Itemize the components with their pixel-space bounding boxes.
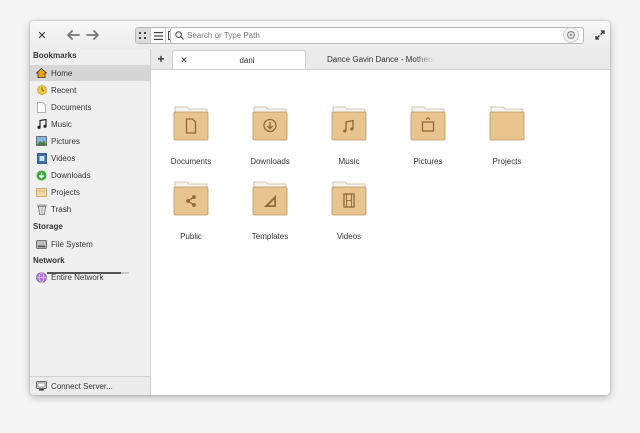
tab-home[interactable]: ✕ dani bbox=[172, 50, 306, 69]
file-item-projects[interactable]: Projects bbox=[467, 103, 547, 171]
sidebar-item-entire-network[interactable]: Entire Network bbox=[30, 269, 150, 285]
list-view-icon bbox=[153, 31, 163, 40]
list-view-button[interactable] bbox=[151, 28, 166, 43]
arrow-left-icon bbox=[67, 30, 80, 40]
plus-icon: + bbox=[157, 51, 165, 66]
sidebar-item-label: Videos bbox=[51, 153, 76, 163]
connect-server-label: Connect Server... bbox=[51, 381, 113, 391]
sidebar-item-home[interactable]: Home bbox=[30, 65, 150, 81]
header-bar: ✕ bbox=[30, 21, 610, 50]
music-note-icon bbox=[36, 119, 47, 130]
video-icon bbox=[36, 152, 47, 164]
folder-projects-icon bbox=[489, 106, 525, 141]
sidebar-item-videos[interactable]: Videos bbox=[30, 150, 150, 166]
close-window-button[interactable]: ✕ bbox=[36, 29, 48, 42]
storage-heading: Storage bbox=[33, 222, 63, 231]
file-item-downloads[interactable]: Downloads bbox=[230, 103, 310, 171]
home-icon bbox=[36, 68, 47, 79]
sidebar-item-trash[interactable]: Trash bbox=[30, 201, 150, 217]
sidebar-item-projects[interactable]: Projects bbox=[30, 184, 150, 200]
file-name: Downloads bbox=[250, 157, 290, 166]
file-name: Projects bbox=[492, 157, 522, 166]
search-icon bbox=[175, 31, 184, 40]
sidebar-item-pictures[interactable]: Pictures bbox=[30, 133, 150, 149]
file-item-public[interactable]: Public bbox=[151, 178, 231, 246]
sidebar-item-recent[interactable]: Recent bbox=[30, 82, 150, 98]
server-icon bbox=[36, 381, 47, 392]
folder-downloads-icon bbox=[252, 106, 288, 141]
search-input[interactable] bbox=[187, 31, 547, 40]
projects-folder-icon bbox=[36, 187, 47, 198]
network-heading: Network bbox=[33, 256, 65, 265]
sidebar-item-label: Pictures bbox=[51, 136, 80, 146]
sidebar-item-label: Trash bbox=[51, 204, 72, 214]
maximize-button[interactable] bbox=[594, 29, 606, 41]
close-icon: ✕ bbox=[37, 29, 47, 42]
icon-view: Documents Downloads Music Pictures Proje… bbox=[151, 70, 610, 395]
sidebar-item-label: File System bbox=[51, 239, 93, 249]
drive-icon bbox=[36, 239, 47, 250]
recent-icon bbox=[36, 85, 47, 96]
file-name: Templates bbox=[251, 232, 289, 241]
sidebar-item-label: Music bbox=[51, 119, 72, 129]
tab-label: Dance Gavin Dance - Mothership bbox=[327, 54, 436, 64]
bookmarks-heading: Bookmarks bbox=[33, 51, 77, 60]
icon-view-button[interactable] bbox=[136, 28, 151, 43]
file-manager-window: ✕ Search or Type Path Bookmarks Home Rec… bbox=[30, 21, 610, 395]
new-tab-button[interactable]: + bbox=[155, 51, 167, 66]
file-item-videos[interactable]: Videos bbox=[309, 178, 389, 246]
sidebar-item-label: Home bbox=[51, 68, 73, 78]
maximize-icon bbox=[595, 30, 605, 40]
network-icon bbox=[36, 271, 47, 283]
close-tab-icon[interactable]: ✕ bbox=[179, 55, 189, 66]
file-name: Music bbox=[338, 157, 360, 166]
folder-public-icon bbox=[173, 181, 209, 216]
sidebar-item-label: Entire Network bbox=[51, 272, 104, 282]
file-name: Pictures bbox=[413, 157, 443, 166]
sidebar-item-downloads[interactable]: Downloads bbox=[30, 167, 150, 183]
folder-pictures-icon bbox=[410, 106, 446, 141]
file-name: Videos bbox=[336, 232, 362, 241]
sidebar-item-label: Recent bbox=[51, 85, 77, 95]
sidebar-item-label: Documents bbox=[51, 102, 92, 112]
sidebar-item-label: Downloads bbox=[51, 170, 91, 180]
download-icon bbox=[36, 170, 47, 181]
sidebar-item-file-system[interactable]: File System bbox=[30, 236, 150, 252]
arrow-right-icon bbox=[86, 30, 99, 40]
tab-bar: + ✕ dani Dance Gavin Dance - Mothership bbox=[151, 49, 610, 70]
back-button[interactable] bbox=[64, 28, 82, 42]
trash-icon bbox=[36, 204, 47, 215]
sidebar: Bookmarks Home Recent Documents Music Pi… bbox=[30, 49, 151, 395]
settings-button[interactable] bbox=[562, 26, 580, 44]
file-name: Documents bbox=[170, 157, 212, 166]
forward-button[interactable] bbox=[84, 28, 102, 42]
location-bar[interactable] bbox=[170, 27, 584, 44]
sidebar-item-music[interactable]: Music bbox=[30, 116, 150, 132]
file-item-documents[interactable]: Documents bbox=[151, 103, 231, 171]
tab-label: dani bbox=[239, 55, 255, 65]
folder-videos-icon bbox=[331, 181, 367, 216]
sidebar-item-documents[interactable]: Documents bbox=[30, 99, 150, 115]
file-name: Public bbox=[180, 232, 202, 241]
document-icon bbox=[36, 101, 47, 113]
file-item-templates[interactable]: Templates bbox=[230, 178, 310, 246]
grid-view-icon bbox=[139, 31, 146, 39]
pictures-icon bbox=[36, 136, 47, 147]
folder-music-icon bbox=[331, 106, 367, 141]
folder-templates-icon bbox=[252, 181, 288, 216]
folder-documents-icon bbox=[173, 106, 209, 141]
file-item-pictures[interactable]: Pictures bbox=[388, 103, 468, 171]
file-item-music[interactable]: Music bbox=[309, 103, 389, 171]
connect-server-button[interactable]: Connect Server... bbox=[30, 376, 150, 395]
tab-mothership[interactable]: Dance Gavin Dance - Mothership bbox=[306, 50, 436, 68]
gear-icon bbox=[563, 27, 579, 43]
sidebar-item-label: Projects bbox=[51, 187, 80, 197]
